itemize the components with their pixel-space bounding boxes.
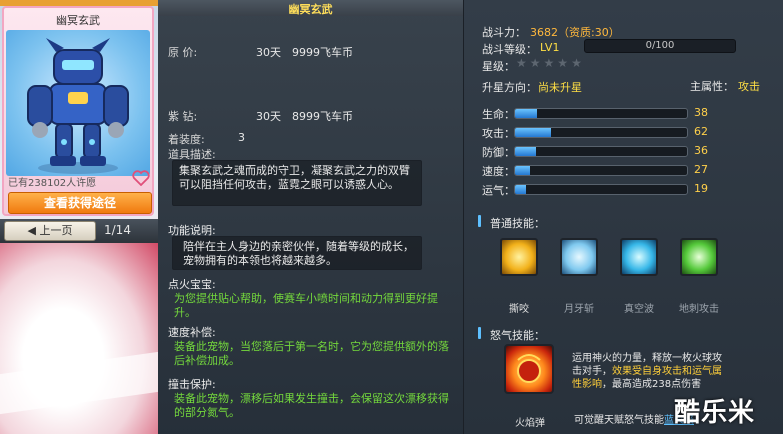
heart-icon[interactable]: [132, 170, 150, 186]
stat-label: 速度：: [482, 165, 515, 178]
rage-skills-label: 怒气技能：: [490, 329, 545, 342]
stat-bar-fill: [515, 109, 537, 118]
stat-value: 19: [694, 182, 708, 195]
star-icon: ★: [516, 56, 527, 70]
pet-card[interactable]: 幽冥玄武 已有238102人许愿 查看获得途径: [2, 6, 154, 216]
skill-name: 月牙斩: [564, 304, 594, 315]
exp-bar: 0/100: [584, 39, 736, 53]
star-icon: ★: [557, 56, 569, 70]
bite-skill-icon[interactable]: [500, 238, 538, 276]
fireball-skill-icon[interactable]: [504, 344, 554, 394]
stat-bar: [514, 146, 688, 157]
speed-label: 速度补偿:: [168, 326, 216, 339]
background-decoration: [0, 243, 158, 434]
stat-bar-fill: [515, 147, 536, 156]
stat-label: 攻击：: [482, 127, 515, 140]
vacuum-wave-skill-icon[interactable]: [620, 238, 658, 276]
section-marker: [478, 327, 481, 339]
stat-bar-fill: [515, 128, 551, 137]
rage-desc-part2: ，最高造成238点伤害: [602, 379, 702, 390]
level-value: LV1: [540, 41, 560, 54]
pager: ◀ 上一页 1/14: [0, 219, 158, 243]
stat-value: 38: [694, 106, 708, 119]
star-icon: ★: [529, 56, 541, 70]
exp-text: 0/100: [645, 40, 675, 51]
upgrade-value: 尚未升星: [538, 81, 582, 94]
view-obtain-button[interactable]: 查看获得途径: [8, 192, 152, 214]
stat-row: 运气： 19: [482, 182, 762, 198]
normal-skills-label: 普通技能：: [490, 217, 545, 230]
stat-value: 27: [694, 163, 708, 176]
page-indicator: 1/14: [104, 223, 131, 237]
stat-bar: [514, 184, 688, 195]
stat-bar-fill: [515, 166, 531, 175]
robot-pet-image: [27, 38, 129, 174]
item-detail-panel: 幽冥玄武 原 价: 30天 9999飞车币 紫 钻: 30天 8999飞车币 着…: [158, 0, 463, 434]
stat-row: 生命： 38: [482, 106, 762, 122]
main-attr-value: 攻击: [738, 80, 760, 93]
original-price-value: 9999飞车币: [292, 46, 353, 59]
stat-bar: [514, 127, 688, 138]
star-rating: ★ ★ ★ ★ ★: [516, 56, 585, 70]
section-marker: [478, 215, 481, 227]
stat-value: 62: [694, 125, 708, 138]
star-icon: ★: [571, 56, 582, 70]
desc-text: 集聚玄武之魂而成的守卫，凝聚玄武之力的双臂可以阻挡任何攻击，蓝霓之眼可以诱惑人心…: [179, 164, 410, 191]
crescent-slash-skill-icon[interactable]: [560, 238, 598, 276]
fire-text: 为您提供贴心帮助，使赛车小喷时间和动力得到更好提升。: [174, 292, 438, 319]
function-text: 陪伴在主人身边的亲密伙伴，随着等级的成长，宠物拥有的本领也将越来越多。: [183, 240, 414, 267]
desc-box: 集聚玄武之魂而成的守卫，凝聚玄武之力的双臂可以阻挡任何攻击，蓝霓之眼可以诱惑人心…: [172, 160, 422, 206]
skill-name: 地刺攻击: [679, 304, 719, 315]
stat-label: 防御：: [482, 146, 515, 159]
stat-label: 运气：: [482, 184, 515, 197]
pet-card-panel: 幽冥玄武 已有238102人许愿 查看获得途径 ◀ 上一页 1/14: [0, 0, 158, 434]
prev-page-button[interactable]: ◀ 上一页: [4, 221, 96, 241]
original-price-days: 30天: [256, 46, 281, 59]
crash-text: 装备此宠物，漂移后如果发生撞击，会保留这次漂移获得的部分氮气。: [174, 392, 449, 419]
stat-row: 速度： 27: [482, 163, 762, 179]
purple-price-value: 8999飞车币: [292, 110, 353, 123]
star-icon: ★: [543, 56, 555, 70]
skill-name: 撕咬: [509, 304, 529, 315]
equip-label: 着装度:: [168, 133, 205, 146]
level-label: 战斗等级：: [482, 43, 537, 56]
purple-price-days: 30天: [256, 110, 281, 123]
function-box: 陪伴在主人身边的亲密伙伴，随着等级的成长，宠物拥有的本领也将越来越多。: [172, 236, 422, 270]
stat-row: 防御： 36: [482, 144, 762, 160]
stat-label: 生命：: [482, 108, 515, 121]
normal-skills-row: 撕咬 月牙斩 真空波 地刺攻击: [488, 238, 778, 318]
power-value: 3682（资质:30）: [530, 26, 620, 39]
stat-value: 36: [694, 144, 708, 157]
stat-bar: [514, 165, 688, 176]
ground-spike-skill-icon[interactable]: [680, 238, 718, 276]
pet-card-name: 幽冥玄武: [56, 14, 100, 27]
stars-label: 星级：: [482, 60, 515, 73]
rage-skill-name: 火焰弹: [515, 418, 545, 429]
crash-label: 撞击保护:: [168, 378, 216, 391]
speed-text: 装备此宠物，当您落后于第一名时，它为您提供额外的落后补偿加成。: [174, 340, 449, 367]
rage-skill-desc: 运用神火的力量，释放一枚火球攻击对手，效果受自身攻击和运气属性影响，最高造成23…: [572, 352, 730, 391]
pet-stats-panel: 战斗力： 3682（资质:30） 战斗等级： LV1 0/100 星级： ★ ★ ★…: [463, 0, 783, 434]
stats-list: 生命： 38 攻击： 62 防御： 36 速度： 27 运气： 19: [482, 106, 762, 201]
stat-row: 攻击： 62: [482, 125, 762, 141]
skill-name: 真空波: [624, 304, 654, 315]
awaken-label: 可觉醒天赋怒气技能: [574, 415, 664, 426]
fireball-icon: [517, 354, 541, 383]
item-title: 幽冥玄武: [288, 3, 333, 16]
upgrade-label: 升星方向：: [482, 81, 537, 94]
watermark: 酷乐米: [674, 398, 756, 428]
fire-label: 点火宝宝:: [168, 278, 216, 291]
purple-price-label: 紫 钻:: [168, 110, 198, 123]
wish-count: 已有238102人许愿: [8, 178, 97, 189]
stat-bar-fill: [515, 185, 526, 194]
original-price-label: 原 价:: [168, 46, 198, 59]
stat-bar: [514, 108, 688, 119]
power-label: 战斗力：: [482, 26, 526, 39]
pet-portrait: [6, 30, 150, 176]
equip-value: 3: [238, 131, 245, 144]
main-attr-label: 主属性：: [690, 80, 734, 93]
